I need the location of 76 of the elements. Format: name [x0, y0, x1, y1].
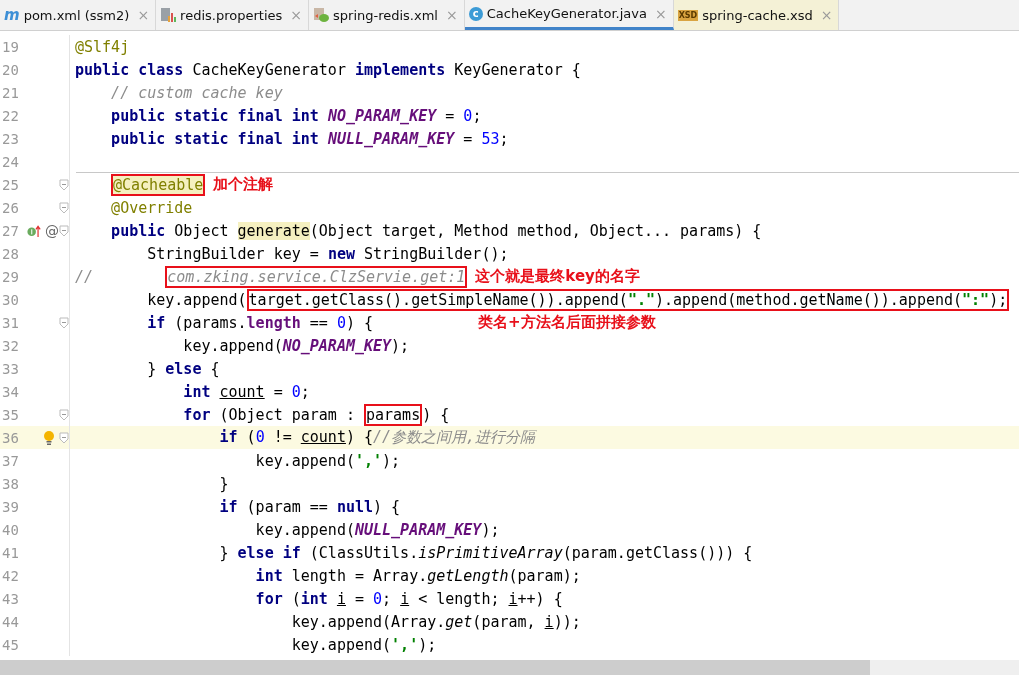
- code-text: if (param == null) {: [218, 497, 401, 516]
- highlight-box: params: [366, 405, 421, 424]
- fold-icon[interactable]: [59, 408, 69, 421]
- line-number: 20: [1, 61, 20, 78]
- fold-icon[interactable]: [59, 201, 69, 214]
- code-text: } else if (ClassUtils.isPrimitiveArray(param.getClass())) {: [218, 543, 753, 562]
- code-text: public Object generate(Object target, Method method, Object... params) {: [110, 221, 762, 240]
- code-text: int length = Array.getLength(param);: [254, 566, 581, 585]
- highlight-box: target.getClass().getSimpleName()).append(".").append(method.getName()).append(":");: [248, 290, 1008, 309]
- override-marker-icon[interactable]: @: [45, 222, 59, 239]
- line-number: 44: [1, 613, 20, 630]
- line-number: 39: [1, 498, 20, 515]
- line-number: 19: [1, 38, 20, 55]
- line-number: 43: [1, 590, 20, 607]
- line-number: 35: [1, 406, 20, 423]
- code-text: key.append(',');: [254, 451, 401, 470]
- line-number: 31: [1, 314, 20, 331]
- highlight-box: @Cacheable: [113, 175, 204, 194]
- lightbulb-icon[interactable]: [42, 429, 55, 446]
- line-number: 42: [1, 567, 20, 584]
- code-text: for (int i = 0; i < length; i++) {: [254, 589, 563, 608]
- code-text: //: [75, 267, 95, 286]
- line-number: 40: [1, 521, 20, 538]
- code-text: public static final int NO_PARAM_KEY = 0;: [110, 106, 482, 125]
- line-number: 45: [1, 636, 20, 653]
- code-text: key.append(',');: [290, 635, 437, 654]
- code-text: StringBuilder key = new StringBuilder();: [146, 244, 509, 263]
- line-number: 38: [1, 475, 20, 492]
- annotation-note: 这个就是最终key的名字: [475, 267, 640, 286]
- code-text: ) {: [422, 405, 450, 424]
- maven-icon: m: [4, 6, 20, 24]
- fold-icon[interactable]: [59, 178, 69, 191]
- line-number: 25: [1, 176, 20, 193]
- code-text: for (Object param :: [182, 405, 356, 424]
- line-number: 26: [1, 199, 20, 216]
- fold-icon[interactable]: [59, 316, 69, 329]
- line-number: 27: [1, 222, 20, 239]
- code-text: if (0 != count) {//参数之间用,进行分隔: [218, 428, 536, 447]
- line-number: 24: [1, 153, 20, 170]
- annotation-note: 加个注解: [213, 175, 274, 194]
- code-text: if (params.length == 0) {: [146, 313, 374, 332]
- highlight-box: com.zking.service.ClzServie.get:1: [167, 267, 466, 286]
- properties-file-icon: [160, 7, 177, 23]
- code-text: public class CacheKeyGenerator implements KeyGenerator {: [75, 60, 581, 79]
- code-text: key.append(Array.get(param, i));: [290, 612, 581, 631]
- code-text: // custom cache key: [110, 83, 283, 102]
- code-text: @Slf4j: [75, 37, 130, 56]
- line-number: 41: [1, 544, 20, 561]
- code-text: @Override: [110, 198, 193, 217]
- line-number: 36: [1, 429, 20, 446]
- code-text: key.append(NULL_PARAM_KEY);: [254, 520, 500, 539]
- code-text: }: [218, 474, 229, 493]
- line-number: 34: [1, 383, 20, 400]
- line-number: 30: [1, 291, 20, 308]
- line-number: 33: [1, 360, 20, 377]
- fold-icon[interactable]: [59, 224, 69, 237]
- line-number: 29: [1, 268, 20, 285]
- code-text: } else {: [146, 359, 220, 378]
- line-number: 28: [1, 245, 20, 262]
- file-tab[interactable]: c CacheKeyGenerator.java ×: [464, 0, 674, 30]
- line-number: 32: [1, 337, 20, 354]
- line-number: 21: [1, 84, 20, 101]
- file-tab[interactable]: XSD spring-cache.xsd ×: [673, 0, 840, 30]
- fold-icon[interactable]: [59, 431, 69, 444]
- scrollbar-thumb[interactable]: [0, 660, 870, 675]
- class-icon: c: [468, 6, 483, 21]
- annotation-note: 类名+方法名后面拼接参数: [478, 313, 656, 332]
- code-text: key.append(: [146, 290, 247, 309]
- line-number: 23: [1, 130, 20, 147]
- code-text: key.append(NO_PARAM_KEY);: [182, 336, 410, 355]
- leaf-file-icon: [313, 7, 329, 23]
- code-text: int count = 0;: [182, 382, 310, 401]
- code-text: public static final int NULL_PARAM_KEY = 53;: [110, 129, 509, 148]
- xsd-file-icon: XSD: [677, 9, 699, 21]
- line-number: 22: [1, 107, 20, 124]
- line-number: 37: [1, 452, 20, 469]
